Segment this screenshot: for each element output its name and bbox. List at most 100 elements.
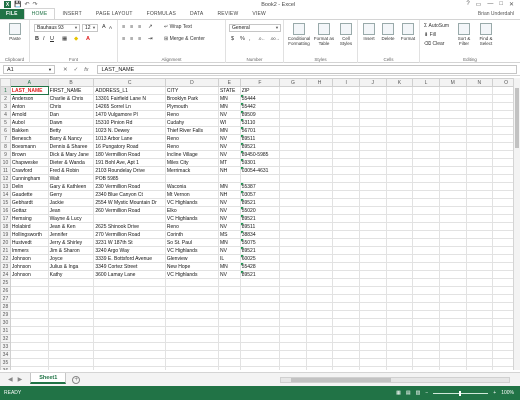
cell-d31[interactable]	[164, 326, 219, 335]
cell-d26[interactable]	[164, 286, 219, 295]
cell-n7[interactable]	[465, 134, 494, 143]
cell-k9[interactable]	[385, 150, 414, 159]
row-header[interactable]: 33	[0, 342, 11, 351]
cell-j15[interactable]	[358, 198, 387, 207]
vertical-scrollbar[interactable]	[513, 78, 520, 370]
cell-m15[interactable]	[438, 198, 467, 207]
grow-font-icon[interactable]: A	[102, 24, 106, 30]
cell-i1[interactable]	[332, 86, 360, 95]
insert-function-icon[interactable]: fx	[84, 67, 88, 73]
cell-g30[interactable]	[279, 318, 307, 327]
cell-c26[interactable]	[93, 286, 166, 295]
cell-k8[interactable]	[385, 142, 414, 151]
row-header[interactable]: 25	[0, 278, 11, 287]
cell-n32[interactable]	[465, 334, 494, 343]
cell-k34[interactable]	[385, 350, 414, 359]
cell-h27[interactable]	[305, 294, 334, 303]
cell-c1[interactable]: ADDRESS_L1	[93, 86, 166, 95]
cell-c30[interactable]	[93, 318, 166, 327]
cell-e8[interactable]: NV	[217, 142, 241, 151]
cell-l9[interactable]	[412, 150, 440, 159]
cell-a9[interactable]: Brown	[9, 150, 49, 159]
cell-c23[interactable]: 3349 Cortez Street	[93, 262, 166, 271]
cell-a5[interactable]: Aubol	[9, 118, 49, 127]
cell-b30[interactable]	[47, 318, 95, 327]
cell-b34[interactable]	[47, 350, 95, 359]
cell-i16[interactable]	[332, 206, 360, 215]
cell-a24[interactable]: Johnson	[9, 270, 49, 279]
cell-h26[interactable]	[305, 286, 334, 295]
cell-i4[interactable]	[332, 110, 360, 119]
cell-n2[interactable]	[465, 94, 494, 103]
cell-i3[interactable]	[332, 102, 360, 111]
cell-g6[interactable]	[279, 126, 307, 135]
cell-m27[interactable]	[438, 294, 467, 303]
cell-k27[interactable]	[385, 294, 414, 303]
cell-j32[interactable]	[358, 334, 387, 343]
cell-c27[interactable]	[93, 294, 166, 303]
cell-b31[interactable]	[47, 326, 95, 335]
cell-n4[interactable]	[465, 110, 494, 119]
cell-h32[interactable]	[305, 334, 334, 343]
cell-b9[interactable]: Dick & Mary Jane	[47, 150, 95, 159]
cell-j2[interactable]	[358, 94, 387, 103]
cell-d8[interactable]: Reno	[164, 142, 219, 151]
cell-m34[interactable]	[438, 350, 467, 359]
cell-n1[interactable]	[465, 86, 494, 95]
align-center-icon[interactable]: ≡	[130, 36, 133, 42]
align-top-icon[interactable]: ≡	[122, 24, 125, 30]
undo-icon[interactable]: ↶	[24, 1, 29, 8]
cell-d10[interactable]: Miles City	[164, 158, 219, 167]
maximize-icon[interactable]: □	[499, 1, 503, 8]
cell-n5[interactable]	[465, 118, 494, 127]
cell-h12[interactable]	[305, 174, 334, 183]
column-header-b[interactable]: B	[47, 78, 95, 87]
cell-e25[interactable]	[217, 278, 241, 287]
enter-icon[interactable]: ✓	[74, 67, 79, 73]
cell-n9[interactable]	[465, 150, 494, 159]
column-header-i[interactable]: I	[332, 78, 360, 87]
cell-h34[interactable]	[305, 350, 334, 359]
cell-n6[interactable]	[465, 126, 494, 135]
cell-b26[interactable]	[47, 286, 95, 295]
cell-e23[interactable]: MN	[217, 262, 241, 271]
cell-h23[interactable]	[305, 262, 334, 271]
cell-c6[interactable]: 1023 N. Dewey	[93, 126, 166, 135]
row-header[interactable]: 27	[0, 294, 11, 303]
cell-j9[interactable]	[358, 150, 387, 159]
cell-f27[interactable]	[239, 294, 281, 303]
cell-i12[interactable]	[332, 174, 360, 183]
cell-d25[interactable]	[164, 278, 219, 287]
cell-l29[interactable]	[412, 310, 440, 319]
cell-e1[interactable]: STATE	[217, 86, 241, 95]
cell-m10[interactable]	[438, 158, 467, 167]
cell-m35[interactable]	[438, 358, 467, 367]
cell-k10[interactable]	[385, 158, 414, 167]
cell-h16[interactable]	[305, 206, 334, 215]
row-header[interactable]: 16	[0, 206, 11, 215]
cell-j20[interactable]	[358, 238, 387, 247]
cell-k29[interactable]	[385, 310, 414, 319]
cell-f20[interactable]: 55075	[239, 238, 281, 247]
cell-d2[interactable]: Brooklyn Park	[164, 94, 219, 103]
column-header-l[interactable]: L	[412, 78, 440, 87]
cell-j4[interactable]	[358, 110, 387, 119]
cell-d12[interactable]	[164, 174, 219, 183]
cell-k16[interactable]	[385, 206, 414, 215]
cell-f6[interactable]: 56701	[239, 126, 281, 135]
cell-m16[interactable]	[438, 206, 467, 215]
row-header[interactable]: 10	[0, 158, 11, 167]
cell-a26[interactable]	[9, 286, 49, 295]
cell-a15[interactable]: Gebhardt	[9, 198, 49, 207]
tab-review[interactable]: REVIEW	[210, 9, 245, 19]
cell-j35[interactable]	[358, 358, 387, 367]
cell-l5[interactable]	[412, 118, 440, 127]
cell-a6[interactable]: Bakken	[9, 126, 49, 135]
row-header[interactable]: 13	[0, 182, 11, 191]
cell-a18[interactable]: Holabird	[9, 222, 49, 231]
column-header-c[interactable]: C	[93, 78, 166, 87]
cell-m19[interactable]	[438, 230, 467, 239]
cell-h18[interactable]	[305, 222, 334, 231]
cell-g12[interactable]	[279, 174, 307, 183]
cell-b7[interactable]: Barry & Nancy	[47, 134, 95, 143]
